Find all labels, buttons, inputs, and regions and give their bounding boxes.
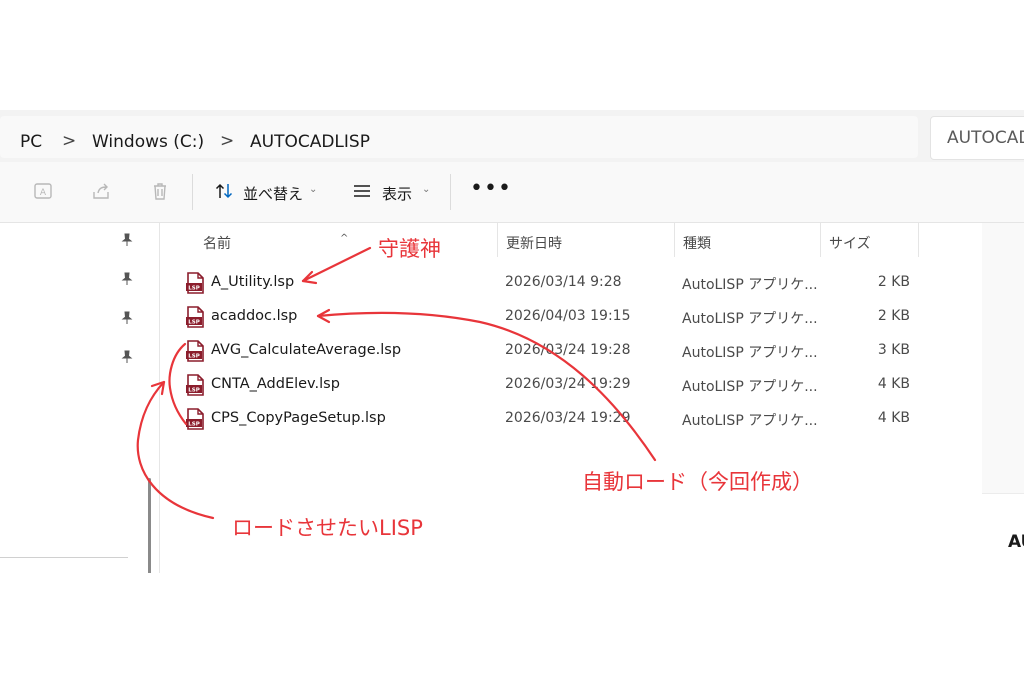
- file-date: 2026/03/24 19:29: [505, 410, 631, 426]
- sort-icon[interactable]: [213, 180, 235, 202]
- pin-icon: [121, 311, 133, 324]
- column-header-date-label: 更新日時: [506, 236, 562, 252]
- file-type: AutoLISP アプリケ...: [682, 311, 818, 327]
- svg-text:A: A: [40, 188, 47, 198]
- lsp-file-icon: LSP: [186, 408, 204, 430]
- file-date: 2026/03/24 19:28: [505, 342, 631, 358]
- lsp-file-icon: LSP: [186, 272, 204, 294]
- chevron-down-icon[interactable]: ⌄: [309, 184, 317, 195]
- sort-button[interactable]: 並べ替え: [243, 183, 303, 204]
- details-pane-title: AU: [1008, 532, 1024, 552]
- file-size: 4 KB: [877, 376, 910, 392]
- file-row[interactable]: LSP CPS_CopyPageSetup.lsp 2026/03/24 19:…: [160, 401, 920, 435]
- file-name: A_Utility.lsp: [211, 274, 295, 290]
- file-date: 2026/03/24 19:29: [505, 376, 631, 392]
- file-date: 2026/03/14 9:28: [505, 274, 622, 290]
- breadcrumb-autocadlisp[interactable]: AUTOCADLISP: [250, 132, 370, 152]
- svg-text:LSP: LSP: [188, 286, 200, 292]
- column-header-type[interactable]: 種類: [675, 223, 820, 257]
- delete-icon[interactable]: [149, 180, 171, 202]
- file-row[interactable]: LSP AVG_CalculateAverage.lsp 2026/03/24 …: [160, 333, 920, 367]
- column-header-name[interactable]: 名前 ^: [160, 223, 497, 257]
- file-type: AutoLISP アプリケ...: [682, 413, 818, 429]
- column-header-type-label: 種類: [683, 236, 711, 252]
- breadcrumb-separator[interactable]: >: [220, 131, 234, 151]
- lsp-file-icon: LSP: [186, 374, 204, 396]
- column-separator[interactable]: [918, 223, 919, 257]
- svg-text:LSP: LSP: [188, 354, 200, 360]
- breadcrumb-pc[interactable]: PC: [20, 132, 42, 152]
- svg-text:LSP: LSP: [188, 422, 200, 428]
- rename-icon[interactable]: A: [32, 180, 54, 202]
- file-name: CPS_CopyPageSetup.lsp: [211, 410, 386, 426]
- sort-ascending-icon: ^: [340, 233, 349, 244]
- file-row[interactable]: LSP CNTA_AddElev.lsp 2026/03/24 19:29 Au…: [160, 367, 920, 401]
- search-box[interactable]: AUTOCAD: [930, 116, 1024, 160]
- annotation-autoload: 自動ロード（今回作成）: [582, 470, 813, 494]
- address-bar-area: PC > Windows (C:) > AUTOCADLISP AUTOCAD: [0, 110, 1024, 162]
- file-date: 2026/04/03 19:15: [505, 308, 631, 324]
- navigation-pane: [0, 223, 150, 573]
- file-size: 3 KB: [877, 342, 910, 358]
- lsp-file-icon: LSP: [186, 340, 204, 362]
- breadcrumb-separator[interactable]: >: [62, 131, 76, 151]
- column-header-size-label: サイズ: [829, 236, 871, 252]
- chevron-down-icon[interactable]: ⌄: [422, 184, 430, 195]
- nav-divider: [0, 557, 128, 558]
- command-bar: A 並べ替え ⌄ 表示 ⌄ •••: [0, 162, 1024, 223]
- preview-pane-background: [982, 223, 1024, 493]
- address-bar[interactable]: PC > Windows (C:) > AUTOCADLISP: [0, 116, 918, 158]
- file-row[interactable]: LSP A_Utility.lsp 2026/03/14 9:28 AutoLI…: [160, 265, 920, 299]
- toolbar-divider: [192, 174, 193, 210]
- lsp-file-icon: LSP: [186, 306, 204, 328]
- search-box-text: AUTOCAD: [947, 128, 1024, 148]
- file-name: AVG_CalculateAverage.lsp: [211, 342, 402, 358]
- share-icon[interactable]: [90, 180, 112, 202]
- pin-icon: [121, 350, 133, 363]
- file-size: 2 KB: [877, 274, 910, 290]
- file-type: AutoLISP アプリケ...: [682, 345, 818, 361]
- file-type: AutoLISP アプリケ...: [682, 277, 818, 293]
- file-type: AutoLISP アプリケ...: [682, 379, 818, 395]
- view-button[interactable]: 表示: [382, 183, 412, 204]
- column-header-name-label: 名前: [203, 236, 231, 252]
- nav-scrollbar[interactable]: [148, 478, 151, 573]
- toolbar-divider: [450, 174, 451, 210]
- column-header-size[interactable]: サイズ: [821, 223, 918, 257]
- svg-text:LSP: LSP: [188, 388, 200, 394]
- svg-text:LSP: LSP: [188, 320, 200, 326]
- file-explorer-window: PC > Windows (C:) > AUTOCADLISP AUTOCAD …: [0, 110, 1024, 573]
- annotation-guardian: 守護神: [378, 237, 441, 261]
- details-pane: AU: [982, 493, 1024, 573]
- more-options-button[interactable]: •••: [470, 176, 512, 201]
- pin-icon: [121, 233, 133, 246]
- view-icon[interactable]: [351, 180, 373, 202]
- file-row[interactable]: LSP acaddoc.lsp 2026/04/03 19:15 AutoLIS…: [160, 299, 920, 333]
- file-size: 2 KB: [877, 308, 910, 324]
- breadcrumb-windows-c[interactable]: Windows (C:): [92, 132, 204, 152]
- column-header-date[interactable]: 更新日時: [498, 223, 674, 257]
- pin-icon: [121, 272, 133, 285]
- file-size: 4 KB: [877, 410, 910, 426]
- file-name: CNTA_AddElev.lsp: [211, 376, 340, 392]
- file-name: acaddoc.lsp: [211, 308, 298, 324]
- annotation-to-load: ロードさせたいLISP: [232, 516, 423, 540]
